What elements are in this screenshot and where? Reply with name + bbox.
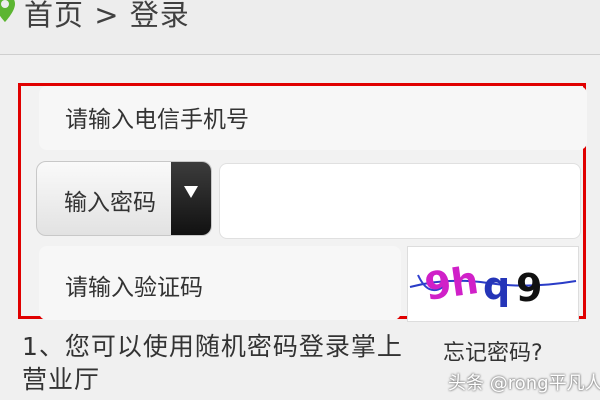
breadcrumb: 首页 > 登录 (24, 0, 190, 32)
phone-input[interactable]: 请输入电信手机号 (39, 86, 587, 150)
password-input[interactable] (219, 163, 581, 239)
svg-text:9: 9 (516, 266, 542, 310)
password-type-label: 输入密码 (64, 190, 156, 216)
svg-text:9h: 9h (422, 258, 481, 309)
triangle-down-icon (184, 186, 198, 198)
captcha-image[interactable]: 9h q 9 (407, 246, 579, 322)
password-type-select[interactable]: 输入密码 (36, 161, 212, 236)
login-form-highlight: 请输入电信手机号 输入密码 请输入验证码 9h q 9 (18, 83, 587, 322)
captcha-input[interactable]: 请输入验证码 (39, 246, 401, 320)
location-pin-icon (0, 0, 15, 22)
forgot-password-link[interactable]: 忘记密码? (443, 335, 543, 367)
dropdown-button[interactable] (171, 162, 211, 235)
phone-placeholder: 请输入电信手机号 (65, 107, 249, 133)
captcha-drawing: 9h q 9 (409, 258, 577, 310)
svg-text:q: q (483, 264, 510, 308)
watermark: 头条 @rong平凡人9 (448, 373, 600, 394)
login-tip: 1、您可以使用随机密码登录掌上营业厅 (22, 332, 403, 394)
top-bar: 首页 > 登录 (0, 0, 600, 55)
captcha-placeholder: 请输入验证码 (65, 275, 203, 301)
